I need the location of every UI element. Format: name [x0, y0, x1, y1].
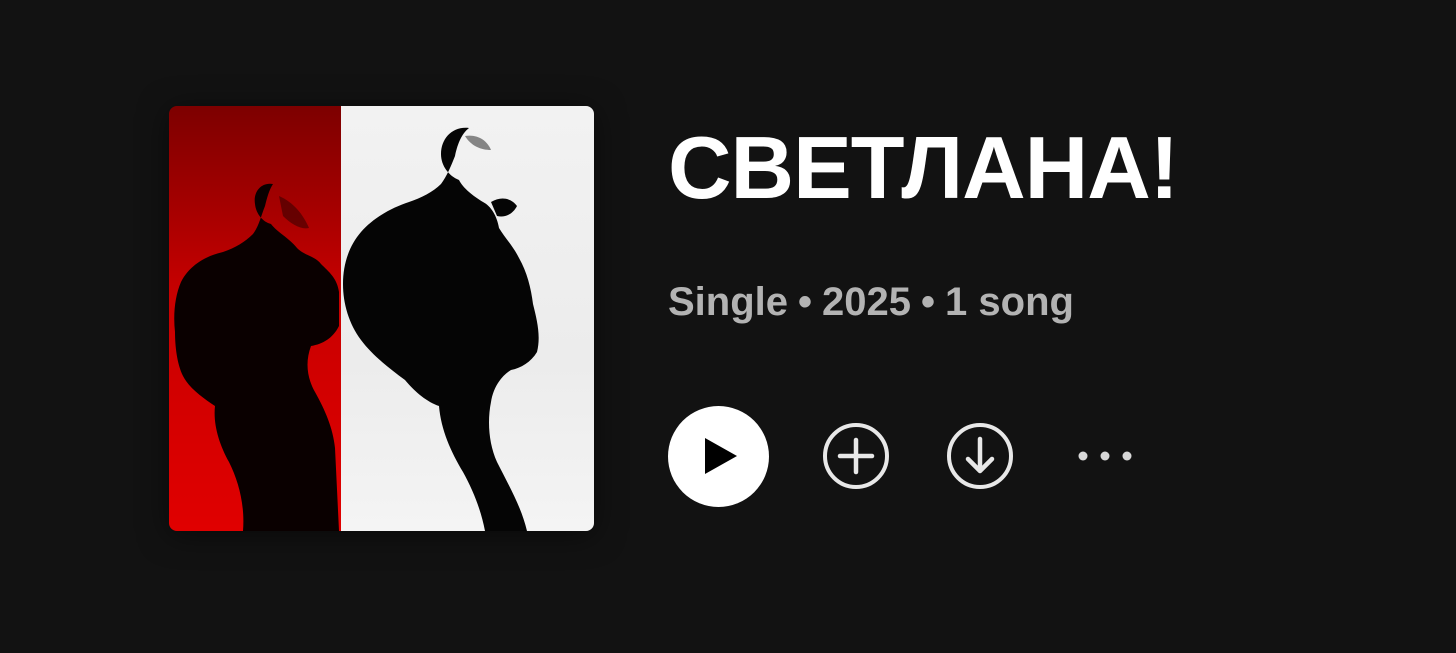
song-count: 1 song — [945, 280, 1074, 324]
album-info: СВЕТЛАНА! Single • 2025 • 1 song — [668, 118, 1179, 324]
more-horizontal-icon — [1078, 451, 1132, 461]
add-to-library-button[interactable] — [822, 422, 890, 490]
play-button[interactable] — [668, 405, 769, 507]
album-cover-art[interactable] — [169, 106, 594, 531]
cover-white-panel — [341, 106, 594, 531]
album-header: СВЕТЛАНА! Single • 2025 • 1 song — [0, 0, 1456, 653]
release-type: Single — [668, 280, 789, 324]
meta-separator: • — [798, 280, 813, 324]
plus-circle-icon — [823, 423, 889, 489]
meta-separator: • — [921, 280, 936, 324]
cover-red-panel — [169, 106, 341, 531]
play-icon — [704, 438, 737, 474]
album-title: СВЕТЛАНА! — [668, 118, 1179, 217]
release-year: 2025 — [822, 280, 912, 324]
album-meta: Single • 2025 • 1 song — [668, 274, 1074, 330]
silhouette-right — [343, 127, 539, 531]
download-button[interactable] — [946, 422, 1014, 490]
download-circle-icon — [947, 423, 1013, 489]
silhouette-left — [174, 183, 339, 531]
action-bar — [668, 405, 1140, 507]
more-options-button[interactable] — [1070, 436, 1140, 476]
